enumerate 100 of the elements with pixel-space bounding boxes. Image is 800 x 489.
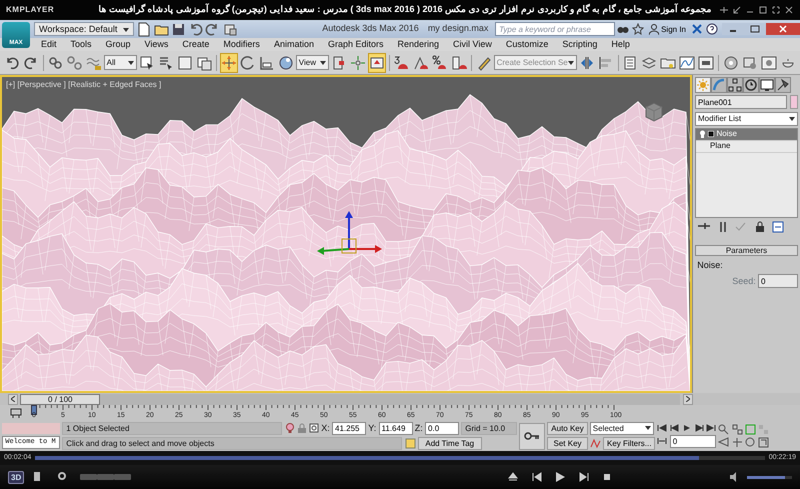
menu-item[interactable]: Graph Editors [320,38,390,51]
previous-icon[interactable] [532,472,542,482]
lightbulb-icon[interactable] [699,130,706,138]
stop-icon[interactable] [602,472,612,482]
add-time-tag-button[interactable]: Add Time Tag [418,437,482,450]
field-of-view-icon[interactable] [718,437,730,448]
menu-item[interactable]: Customize [498,38,556,51]
viewport-label[interactable]: [Realistic + Edged Faces ] [68,79,162,91]
maximize-icon[interactable] [758,5,768,15]
menu-item[interactable]: Modifiers [216,38,267,51]
previous-frame-button[interactable] [8,394,18,404]
current-frame-field[interactable]: 0 [670,434,716,448]
menu-item[interactable]: Edit [34,38,64,51]
script-listener-field[interactable] [2,422,60,434]
create-tab[interactable] [695,77,711,93]
mini-curve-editor-icon[interactable] [10,407,22,419]
set-key-button[interactable]: Set Key [547,437,588,450]
object-name-field[interactable]: Plane001 [695,95,788,110]
grid-size: Grid = 10.0 [461,422,518,435]
help-icon[interactable] [706,23,718,35]
previous-key-icon[interactable] [670,424,680,432]
menu-item[interactable]: Views [138,38,176,51]
play-icon[interactable] [555,472,566,482]
project-folder-icon[interactable] [222,22,238,36]
coordinate-field[interactable]: 0.0 [425,422,460,435]
pan-icon[interactable] [732,437,743,448]
modifier-list-dropdown[interactable]: Modifier List [695,112,798,126]
lightbulb-icon[interactable] [284,423,294,434]
coordinate-field[interactable]: 41.255 [332,422,366,435]
fullscreen-icon[interactable] [771,5,781,15]
player-mode-badge-icon[interactable] [114,474,132,480]
configure-icon[interactable] [771,220,786,234]
menu-item[interactable]: Group [98,38,138,51]
save-icon[interactable] [170,22,186,36]
next-key-icon[interactable] [694,424,704,432]
mini-icon[interactable] [732,5,742,15]
menu-item[interactable]: Civil View [446,38,499,51]
zoom-all-icon[interactable] [732,424,743,435]
toggle-icon[interactable] [708,131,714,138]
go-to-start-icon[interactable] [657,424,668,432]
tangent-icon[interactable] [590,438,601,450]
move-button[interactable] [220,52,238,72]
utilities-tab[interactable] [775,77,791,93]
zoom-icon[interactable] [718,424,730,435]
time-slider[interactable]: 0 / 100 [20,394,680,404]
3d-mode-button[interactable]: 3D [8,470,24,484]
next-frame-button[interactable] [682,394,692,404]
mirror-icon [578,54,595,70]
motion-icon [744,78,758,92]
link-icon [48,54,64,70]
selection-filter-dropdown[interactable]: All [104,55,138,70]
set-keys-button[interactable] [519,422,546,450]
close-icon[interactable] [766,23,800,35]
maximize-icon[interactable] [744,23,766,35]
display-tab[interactable] [759,77,775,93]
orbit-icon[interactable] [744,437,756,448]
object-color-swatch[interactable] [790,95,798,110]
menu-item[interactable]: Tools [64,38,99,51]
viewport-label[interactable]: [Perspective ] [17,79,66,91]
sign-in-button[interactable]: Sign In [646,22,689,36]
modifier-stack-item[interactable]: Plane [696,140,797,153]
hierarchy-tab[interactable] [727,77,743,93]
menu-item[interactable]: Help [604,38,637,51]
viewport[interactable]: [+] [Perspective ] [Realistic + Edged Faces ] [0,75,692,393]
modifier-stack-item[interactable]: Noise [696,128,797,141]
motion-tab[interactable] [743,77,759,93]
search-field[interactable]: Type a keyword or phrase [495,22,616,36]
menu-item[interactable]: Create [175,38,216,51]
reference-coordinate-dropdown[interactable]: View [296,55,330,70]
viewport-label[interactable]: [+] [6,79,16,91]
key-filters-button[interactable]: Key Filters... [603,437,656,450]
create-icon [696,78,710,92]
chevron-left-icon [11,396,15,402]
app-title: Autodesk 3ds Max 2016 [322,22,419,36]
eject-icon[interactable] [508,472,518,482]
star-icon[interactable] [632,23,644,35]
go-to-end-icon[interactable] [706,424,716,432]
key-mode-dropdown[interactable]: Selected [590,422,654,435]
snap-icon [394,54,410,70]
auto-key-button[interactable]: Auto Key [547,422,588,435]
volume-icon[interactable] [728,472,739,482]
angle-snap-icon [412,54,429,70]
maximize-viewport-icon[interactable] [758,437,770,448]
rollout-header[interactable]: Parameters [695,245,798,256]
menu-item[interactable]: Scripting [555,38,604,51]
play-icon[interactable] [682,424,692,432]
keyboard-button[interactable] [368,52,386,72]
time-slider-thumb[interactable]: 0 / 100 [20,394,100,404]
transform-mode-icon[interactable] [309,423,319,434]
menu-item[interactable]: Animation [266,38,321,51]
menu-item[interactable]: Rendering [390,38,446,51]
key-mode-toggle-icon[interactable] [657,437,668,446]
close-icon[interactable] [784,5,794,15]
caret-icon [320,60,326,64]
pencil-icon [476,54,492,70]
next-icon[interactable] [578,472,589,482]
minimize-icon[interactable] [722,23,744,35]
coordinate-field[interactable]: 11.649 [378,422,413,435]
seed-spinner[interactable]: 0 [758,274,798,288]
workspace-dropdown[interactable]: Workspace: Default [34,22,134,36]
